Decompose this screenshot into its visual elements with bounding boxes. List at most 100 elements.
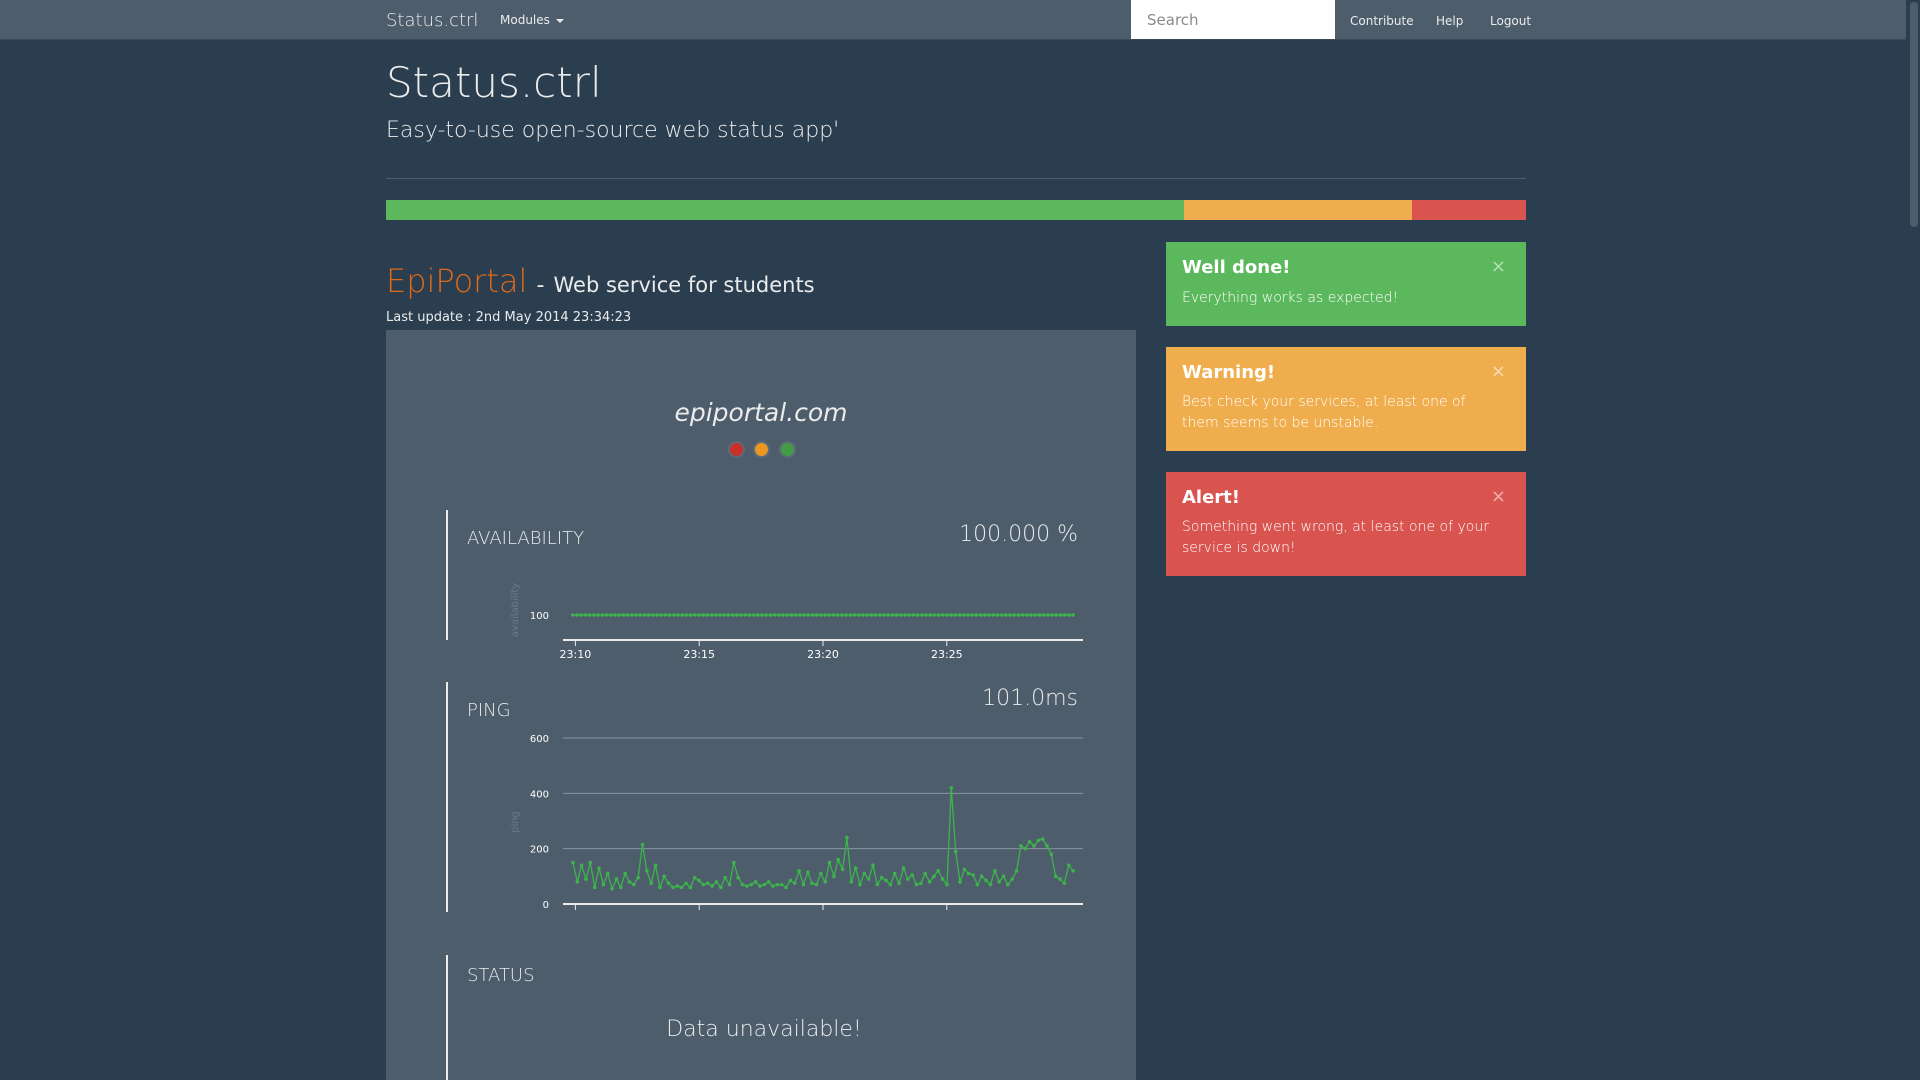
data-point: [743, 613, 748, 617]
data-point: [901, 866, 906, 870]
page-title: Status.ctrl: [386, 58, 602, 107]
data-point: [806, 613, 811, 617]
data-point: [945, 613, 949, 617]
alert-warning: Warning! Best check your services, at le…: [1166, 347, 1526, 451]
data-point: [618, 885, 623, 890]
data-point: [906, 877, 910, 881]
data-point: [1071, 613, 1075, 617]
service-title: EpiPortal - Web service for students: [386, 262, 815, 300]
data-point: [1053, 874, 1058, 879]
data-point: [810, 613, 815, 617]
availability-chart[interactable]: 23:1023:1523:2023:25100availabilityHighc…: [468, 550, 1088, 660]
data-point: [932, 613, 937, 617]
data-point: [662, 874, 667, 879]
data-point: [919, 881, 923, 886]
y-tick-label: 200: [530, 845, 549, 856]
close-icon[interactable]: ×: [1491, 256, 1506, 277]
data-point: [758, 884, 762, 888]
data-point: [886, 613, 890, 617]
data-point: [923, 871, 928, 876]
caret-down-icon: [555, 18, 564, 23]
data-point: [988, 882, 993, 887]
status-section: STATUS Data unavailable!: [446, 955, 1078, 1080]
data-point: [1020, 613, 1025, 617]
data-point: [789, 613, 794, 617]
data-point: [793, 613, 798, 617]
data-point: [835, 613, 840, 617]
scrollbar-thumb[interactable]: [1910, 2, 1918, 227]
data-point: [692, 613, 697, 617]
service-name[interactable]: EpiPortal: [386, 262, 527, 300]
data-point: [958, 880, 962, 884]
data-point: [772, 613, 777, 617]
data-point: [873, 613, 878, 617]
data-point: [987, 613, 991, 617]
alert-success-text: Everything works as expected!: [1182, 290, 1399, 306]
data-point: [705, 881, 710, 886]
data-point: [596, 613, 600, 617]
overall-status-bar: [386, 200, 1526, 220]
alert-warning-text: Best check your services, at least one o…: [1182, 394, 1466, 431]
data-point: [1016, 613, 1021, 617]
data-point: [792, 881, 797, 886]
data-point: [714, 613, 718, 617]
data-point: [781, 613, 785, 617]
service-panel: epiportal.com AVAILABILITY 100.000 % 23:…: [386, 330, 1136, 1080]
data-point: [852, 613, 857, 617]
data-point: [940, 877, 945, 881]
search-input[interactable]: [1131, 0, 1335, 39]
data-point: [600, 613, 605, 617]
data-point: [927, 880, 932, 884]
data-point: [671, 613, 676, 617]
nav-link-help[interactable]: Help: [1436, 14, 1463, 28]
data-point: [962, 613, 966, 617]
data-point: [999, 613, 1004, 617]
data-point: [747, 613, 752, 617]
chart-credit: Highcharts.com: [517, 659, 580, 660]
data-point: [625, 613, 630, 617]
data-point: [1027, 839, 1032, 844]
data-point: [945, 882, 949, 887]
data-point: [866, 877, 871, 881]
data-point: [631, 882, 636, 887]
alert-success-title: Well done!: [1182, 257, 1291, 278]
data-point: [845, 835, 849, 840]
navbar-brand[interactable]: Status.ctrl: [386, 10, 478, 31]
data-point: [802, 613, 806, 617]
x-tick-label: 23:25: [931, 648, 963, 660]
status-unavailable-message: Data unavailable!: [666, 1017, 862, 1042]
data-point: [871, 863, 875, 868]
data-point: [649, 881, 653, 886]
data-point: [798, 613, 802, 617]
close-icon[interactable]: ×: [1491, 486, 1506, 507]
data-point: [777, 613, 781, 617]
nav-link-contribute[interactable]: Contribute: [1350, 14, 1414, 28]
data-point: [1046, 613, 1050, 617]
scrollbar[interactable]: [1906, 0, 1920, 1080]
data-point: [627, 880, 632, 884]
data-point: [1006, 882, 1010, 887]
data-point: [1036, 838, 1041, 843]
data-point: [827, 613, 832, 617]
data-point: [819, 871, 823, 876]
data-point: [579, 863, 584, 868]
data-point: [714, 880, 719, 884]
data-point: [814, 613, 819, 617]
alert-danger-text: Something went wrong, at least one of yo…: [1182, 519, 1489, 556]
alert-danger: Alert! Something went wrong, at least on…: [1166, 472, 1526, 576]
data-point: [797, 869, 801, 873]
data-point: [788, 878, 793, 883]
data-point: [756, 613, 760, 617]
data-point: [858, 882, 862, 887]
modules-dropdown[interactable]: Modules: [500, 13, 564, 27]
data-point: [597, 866, 601, 870]
data-point: [785, 613, 790, 617]
nav-link-logout[interactable]: Logout: [1490, 14, 1531, 28]
data-point: [766, 880, 771, 884]
close-icon[interactable]: ×: [1491, 361, 1506, 382]
data-point: [722, 613, 727, 617]
ping-chart[interactable]: 23:1023:1523:2023:250200400600pingHighch…: [468, 682, 1088, 912]
data-point: [605, 871, 610, 876]
alert-warning-title: Warning!: [1182, 362, 1276, 383]
data-point: [762, 882, 767, 887]
